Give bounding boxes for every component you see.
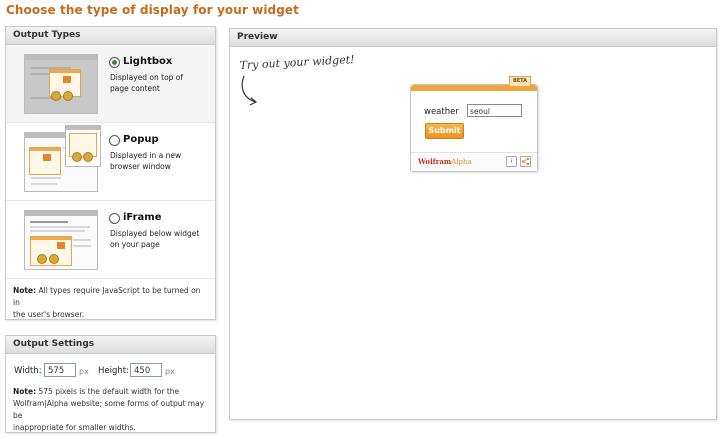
iframe-desc-line1: Displayed below widget <box>110 229 200 238</box>
iframe-radio[interactable] <box>109 213 120 224</box>
wolframalpha-logo: WolframAlpha <box>418 157 472 166</box>
option-lightbox[interactable]: Lightbox Displayed on top of page conten… <box>6 45 215 123</box>
output-types-panel: Output Types Lightbox Displayed on top o… <box>5 26 216 320</box>
settings-note-line3: inappropriate for smaller widths. <box>13 423 136 432</box>
output-settings-header: Output Settings <box>6 336 215 354</box>
popup-desc-line1: Displayed in a new <box>110 151 182 160</box>
iframe-title[interactable]: iFrame <box>123 212 162 223</box>
popup-desc: Displayed in a new browser window <box>110 150 190 172</box>
brand-main: Wolfram <box>418 157 452 166</box>
info-icon[interactable]: i <box>506 156 517 167</box>
width-input[interactable]: 575 <box>44 363 76 377</box>
lightbox-radio[interactable] <box>109 57 120 68</box>
lightbox-desc-line1: Displayed on top of <box>110 73 184 82</box>
popup-thumbnail[interactable] <box>24 125 101 192</box>
width-label: Width: <box>14 366 42 376</box>
output-settings-panel: Output Settings Width: 575 px Height: 45… <box>5 335 216 433</box>
output-types-note: Note: All types require JavaScript to be… <box>13 285 209 321</box>
brand-accent: Alpha <box>451 158 472 166</box>
widget-footer: WolframAlpha i <box>411 152 537 171</box>
lightbox-title[interactable]: Lightbox <box>123 56 172 67</box>
iframe-thumbnail[interactable] <box>24 210 98 270</box>
widget-preview: BETA weather seoul Submit WolframAlpha i <box>410 76 538 172</box>
beta-badge: BETA <box>509 76 531 86</box>
widget-field-label: weather <box>424 107 459 117</box>
settings-note-label: Note: <box>13 387 37 396</box>
note-text-line1: All types require JavaScript to be turne… <box>13 286 201 307</box>
settings-note-line2: Wolfram|Alpha website; some forms of out… <box>13 399 205 420</box>
popup-title[interactable]: Popup <box>123 134 159 145</box>
lightbox-thumbnail[interactable] <box>24 54 98 114</box>
iframe-desc-line2: on your page <box>110 240 160 249</box>
widget-submit-button[interactable]: Submit <box>425 123 464 139</box>
height-input[interactable]: 450 <box>130 363 162 377</box>
note-text-line2: the user's browser. <box>13 310 85 319</box>
lightbox-desc-line2: page content <box>110 84 160 93</box>
iframe-desc: Displayed below widget on your page <box>110 228 210 250</box>
lightbox-desc: Displayed on top of page content <box>110 72 190 94</box>
popup-desc-line2: browser window <box>110 162 171 171</box>
preview-header: Preview <box>230 29 716 47</box>
height-unit: px <box>165 367 175 376</box>
popup-radio[interactable] <box>109 135 120 146</box>
share-icon[interactable] <box>520 156 531 167</box>
page-title: Choose the type of display for your widg… <box>6 3 299 17</box>
curved-arrow-icon <box>241 75 258 106</box>
output-types-header: Output Types <box>6 27 215 45</box>
height-label: Height: <box>98 366 129 376</box>
widget-input[interactable]: seoul <box>467 104 522 117</box>
width-unit: px <box>79 367 89 376</box>
note-label: Note: <box>13 286 37 295</box>
option-iframe[interactable]: iFrame Displayed below widget on your pa… <box>6 201 215 279</box>
output-settings-note: Note: 575 pixels is the default width fo… <box>13 386 209 434</box>
option-popup[interactable]: Popup Displayed in a new browser window <box>6 123 215 201</box>
settings-note-line1: 575 pixels is the default width for the <box>36 387 180 396</box>
